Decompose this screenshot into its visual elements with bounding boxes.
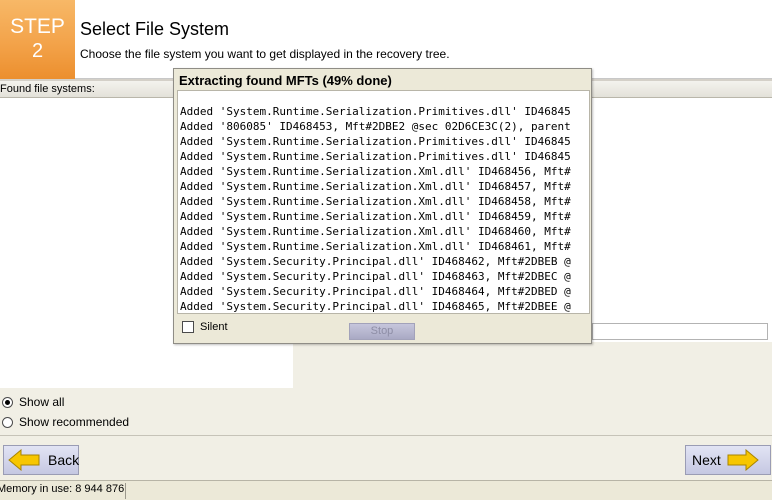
silent-checkbox[interactable] xyxy=(182,321,194,333)
show-all-option[interactable]: Show all xyxy=(2,395,64,409)
log-line: Added 'System.Runtime.Serialization.Prim… xyxy=(180,105,571,118)
step-word: STEP xyxy=(10,15,65,38)
silent-option[interactable]: Silent xyxy=(182,321,228,333)
step-badge: STEP 2 xyxy=(0,0,75,79)
log-line: Added 'System.Runtime.Serialization.Xml.… xyxy=(180,225,571,238)
back-label: Back xyxy=(48,452,80,468)
show-all-radio[interactable] xyxy=(2,396,13,408)
next-label: Next xyxy=(692,452,721,468)
log-line: Added 'System.Runtime.Serialization.Xml.… xyxy=(180,180,571,193)
arrow-left-icon xyxy=(8,448,40,472)
silent-label[interactable]: Silent xyxy=(200,321,228,333)
next-button[interactable]: Next xyxy=(685,445,771,475)
log-line: Added 'System.Runtime.Serialization.Xml.… xyxy=(180,210,571,223)
log-output[interactable]: Added 'System.Runtime.Serialization.Prim… xyxy=(177,90,590,314)
filter-options: Show all Show recommended xyxy=(0,388,293,435)
show-all-label[interactable]: Show all xyxy=(19,395,64,409)
navigation-bar: Back Next xyxy=(0,435,772,480)
show-recommended-radio[interactable] xyxy=(2,416,13,428)
arrow-right-icon xyxy=(727,448,759,472)
found-file-systems-label: Found file systems: xyxy=(0,83,95,95)
log-line: Added 'System.Runtime.Serialization.Xml.… xyxy=(180,240,571,253)
show-recommended-option[interactable]: Show recommended xyxy=(2,415,129,429)
dialog-title: Extracting found MFTs (49% done) xyxy=(179,73,392,88)
log-line: Added 'System.Security.Principal.dll' ID… xyxy=(180,285,571,298)
extract-mft-dialog: Extracting found MFTs (49% done) Added '… xyxy=(173,68,592,344)
step-number: 2 xyxy=(31,40,44,62)
log-lines: Added 'System.Runtime.Serialization.Prim… xyxy=(178,104,571,313)
log-line: Added 'System.Runtime.Serialization.Prim… xyxy=(180,150,571,163)
details-field[interactable] xyxy=(592,323,768,340)
status-bar: Memory in use: 8 944 876 xyxy=(0,480,772,500)
memory-status: Memory in use: 8 944 876 xyxy=(0,483,126,499)
log-line: Added 'System.Runtime.Serialization.Xml.… xyxy=(180,195,571,208)
show-recommended-label[interactable]: Show recommended xyxy=(19,415,129,429)
back-button[interactable]: Back xyxy=(3,445,79,475)
log-line: Added 'System.Security.Principal.dll' ID… xyxy=(180,300,571,313)
page-title: Select File System xyxy=(80,19,230,39)
log-line: Added 'System.Security.Principal.dll' ID… xyxy=(180,270,571,283)
stop-button[interactable]: Stop xyxy=(349,323,415,340)
log-line: Added 'System.Security.Principal.dll' ID… xyxy=(180,255,571,268)
log-line: Added 'System.Runtime.Serialization.Prim… xyxy=(180,135,571,148)
log-line: Added '806085' ID468453, Mft#2DBE2 @sec … xyxy=(180,120,571,133)
memory-text: Memory in use: 8 944 876 xyxy=(0,483,125,495)
page-subtitle: Choose the file system you want to get d… xyxy=(80,47,450,61)
log-line: Added 'System.Runtime.Serialization.Xml.… xyxy=(180,165,571,178)
